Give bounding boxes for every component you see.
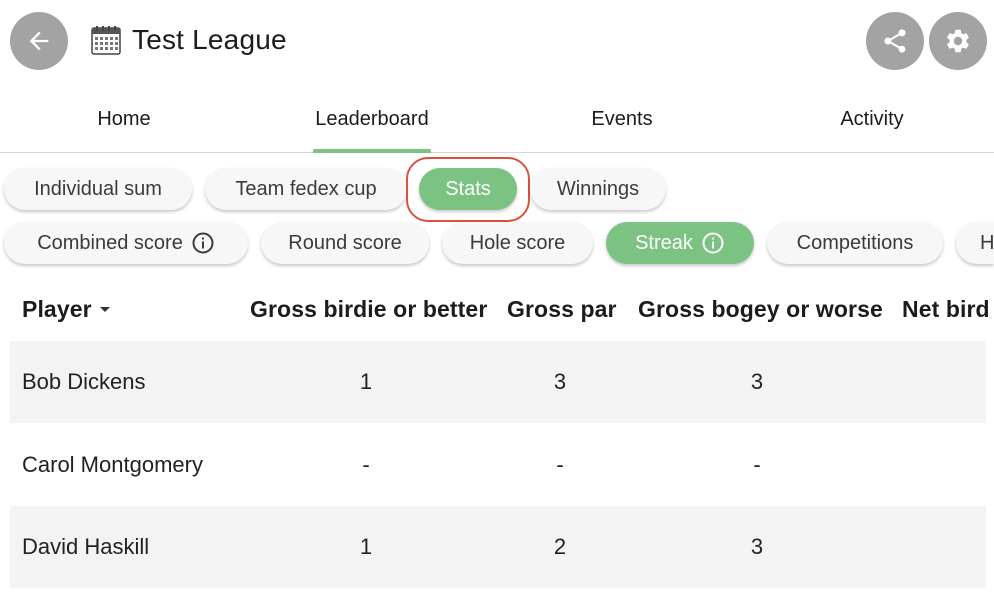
cell-birdie: - [362, 452, 370, 477]
chip-label: Combined score [37, 231, 183, 254]
highlight-annotation [406, 157, 530, 222]
info-icon[interactable] [191, 231, 215, 255]
chip-more-truncated[interactable]: H [956, 222, 994, 264]
column-header-gross-birdie: Gross birdie or better [250, 296, 487, 323]
chip-label: Round score [288, 231, 402, 254]
cell-par: - [556, 452, 564, 477]
active-tab-indicator [313, 149, 431, 153]
sort-caret-icon [99, 306, 110, 312]
chip-hole-score[interactable]: Hole score [442, 222, 593, 264]
column-header-gross-bogey: Gross bogey or worse [638, 296, 883, 323]
chip-label: Team fedex cup [235, 177, 377, 200]
cell-birdie: 1 [359, 369, 373, 394]
chip-streak[interactable]: Streak [606, 222, 754, 264]
share-icon [884, 29, 906, 53]
chip-competitions[interactable]: Competitions [767, 222, 943, 264]
back-button[interactable] [10, 12, 68, 70]
column-header-player[interactable]: Player [22, 296, 110, 323]
cell-par: 2 [553, 534, 567, 559]
column-header-net-birdie: Net bird [902, 296, 990, 323]
table-row[interactable]: David Haskill 1 2 3 [10, 506, 986, 588]
tab-events[interactable]: Events [498, 86, 746, 152]
settings-button[interactable] [929, 12, 987, 70]
info-icon[interactable] [701, 231, 725, 255]
title-area: Test League [90, 24, 287, 56]
tab-home[interactable]: Home [0, 86, 248, 152]
player-name: Carol Montgomery [22, 452, 203, 477]
tab-label: Home [97, 107, 151, 130]
chip-label: Hole score [469, 231, 566, 254]
column-header-label: Gross bogey or worse [638, 296, 883, 322]
chip-individual-sum[interactable]: Individual sum [4, 168, 192, 210]
table-row[interactable]: Carol Montgomery - - - [10, 424, 986, 506]
cell-birdie: 1 [359, 534, 373, 559]
page-title: Test League [132, 24, 287, 55]
chip-label: Competitions [796, 231, 914, 254]
chip-label: H [980, 231, 994, 254]
cell-bogey: - [753, 452, 761, 477]
chip-winnings[interactable]: Winnings [530, 168, 666, 210]
column-header-gross-par: Gross par [507, 296, 617, 323]
chip-label: Individual sum [34, 177, 162, 200]
chip-team-fedex-cup[interactable]: Team fedex cup [205, 168, 407, 210]
tab-label: Activity [840, 107, 904, 130]
cell-bogey: 3 [750, 534, 764, 559]
player-name: Bob Dickens [22, 369, 146, 394]
column-header-label: Gross birdie or better [250, 296, 488, 322]
tab-activity[interactable]: Activity [748, 86, 994, 152]
tab-label: Events [591, 107, 653, 130]
cell-bogey: 3 [750, 369, 764, 394]
chip-round-score[interactable]: Round score [261, 222, 429, 264]
chip-combined-score[interactable]: Combined score [4, 222, 248, 264]
column-header-label: Gross par [507, 296, 617, 322]
chip-label: Winnings [556, 177, 640, 200]
share-button[interactable] [866, 12, 924, 70]
table-header: Player Gross birdie or better Gross par … [0, 296, 994, 340]
tab-label: Leaderboard [315, 107, 429, 130]
calendar-icon [91, 26, 121, 55]
cell-par: 3 [553, 369, 567, 394]
player-name: David Haskill [22, 534, 150, 559]
column-header-label: Player [22, 296, 92, 322]
chip-label: Streak [635, 231, 693, 254]
arrow-left-icon [29, 31, 49, 51]
tab-leaderboard[interactable]: Leaderboard [248, 86, 496, 153]
gear-icon [947, 29, 969, 53]
column-header-label: Net bird [902, 296, 990, 322]
main-tabs: Home Leaderboard Events Activity [0, 86, 994, 153]
table-row[interactable]: Bob Dickens 1 3 3 [10, 341, 986, 423]
